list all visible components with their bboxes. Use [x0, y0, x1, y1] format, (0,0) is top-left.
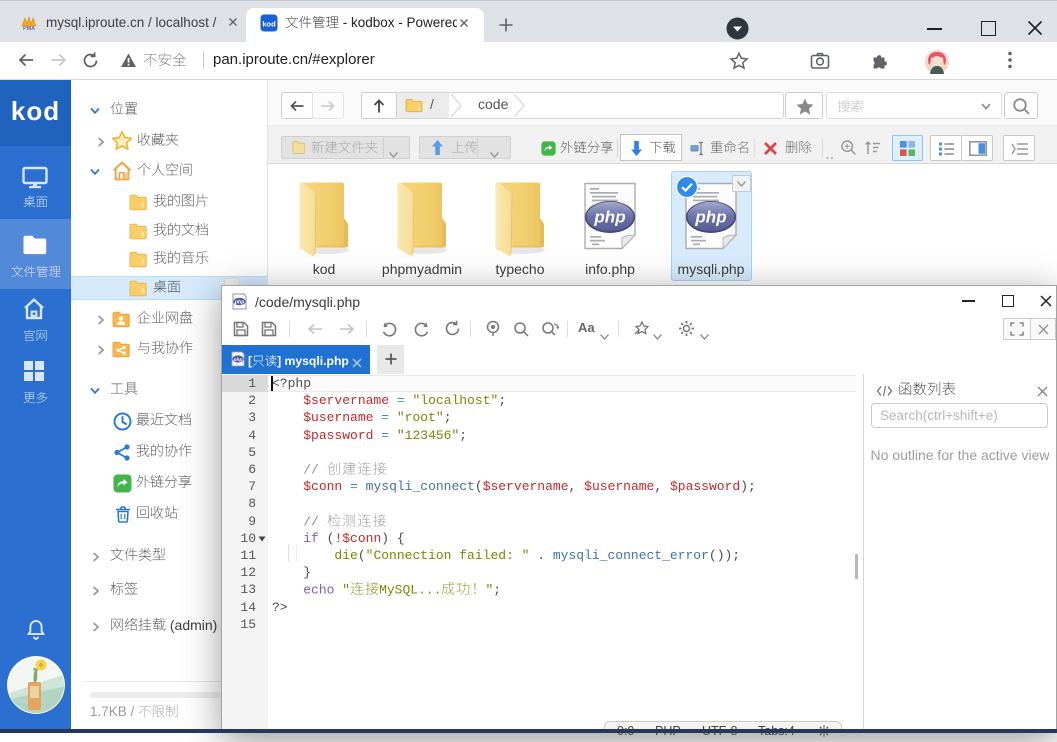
svg-text:kod: kod [262, 20, 276, 29]
svg-text:php: php [694, 208, 726, 227]
svg-text:PMA: PMA [23, 26, 35, 32]
svg-text:php: php [234, 300, 245, 306]
svg-text:php: php [593, 208, 625, 227]
svg-text:php: php [233, 357, 243, 363]
